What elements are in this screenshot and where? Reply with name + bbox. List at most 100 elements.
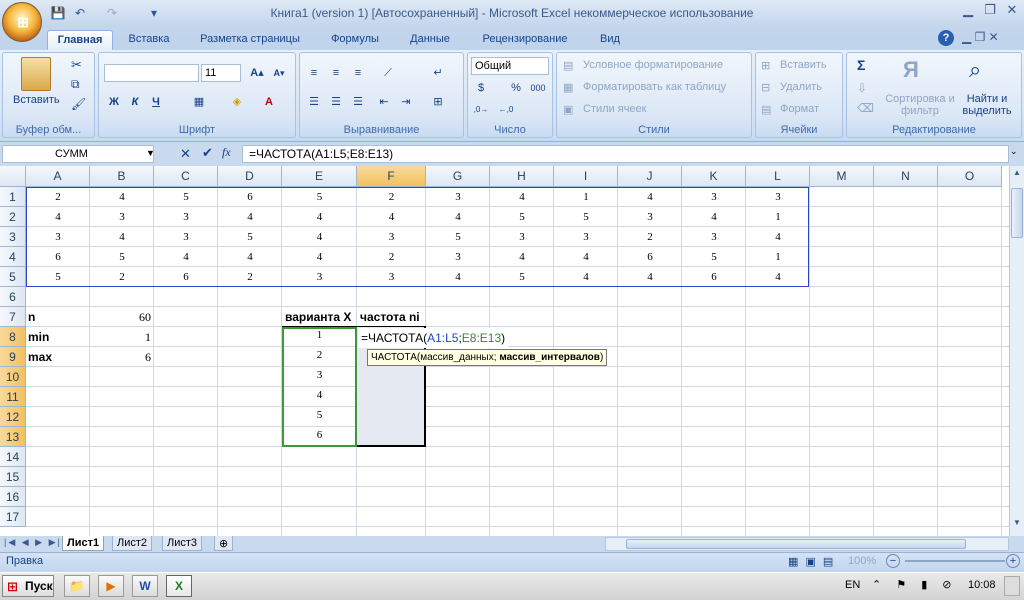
grow-font-icon[interactable]: A▴ bbox=[247, 64, 267, 82]
underline-button[interactable]: Ч bbox=[146, 93, 166, 111]
data-cell[interactable]: 2 bbox=[90, 267, 154, 287]
media-player-icon[interactable]: ▶ bbox=[98, 575, 124, 597]
data-cell[interactable]: 4 bbox=[357, 207, 426, 227]
horizontal-scrollbar[interactable] bbox=[605, 537, 1009, 551]
increase-indent-icon[interactable]: ⇥ bbox=[396, 93, 416, 111]
horizontal-scroll-thumb[interactable] bbox=[626, 539, 966, 549]
scroll-up-icon[interactable]: ▲ bbox=[1011, 168, 1023, 182]
variant-cell[interactable]: 2 bbox=[282, 345, 357, 365]
stat-max-value[interactable]: 6 bbox=[90, 347, 154, 367]
currency-icon[interactable]: $ bbox=[471, 79, 491, 97]
data-cell[interactable]: 5 bbox=[554, 207, 618, 227]
data-cell[interactable]: 4 bbox=[282, 227, 357, 247]
tab-data[interactable]: Данные bbox=[400, 30, 460, 50]
data-cell[interactable]: 6 bbox=[26, 247, 90, 267]
office-button[interactable]: ⊞ bbox=[2, 2, 42, 42]
expand-formula-icon[interactable]: ⌄ bbox=[1010, 146, 1018, 157]
name-box-dropdown-icon[interactable]: ▼ bbox=[146, 148, 155, 158]
tab-view[interactable]: Вид bbox=[588, 30, 632, 50]
variant-cell[interactable]: 6 bbox=[282, 425, 357, 445]
data-cell[interactable]: 3 bbox=[282, 267, 357, 287]
zoom-in-icon[interactable]: + bbox=[1006, 554, 1020, 568]
stat-min-label[interactable]: min bbox=[28, 327, 88, 347]
insert-sheet-icon[interactable]: ⊕ bbox=[214, 536, 234, 551]
data-cell[interactable]: 4 bbox=[682, 207, 746, 227]
column-header-j[interactable]: J bbox=[618, 166, 682, 187]
borders-icon[interactable]: ▦ bbox=[189, 93, 209, 111]
format-cells-button[interactable]: Формат bbox=[780, 103, 819, 115]
header-variant-x[interactable]: варианта X bbox=[285, 307, 357, 327]
data-cell[interactable]: 3 bbox=[357, 227, 426, 247]
data-cell[interactable]: 3 bbox=[746, 187, 810, 207]
data-cell[interactable]: 3 bbox=[357, 267, 426, 287]
data-cell[interactable]: 2 bbox=[357, 247, 426, 267]
merge-center-icon[interactable]: ⊞ bbox=[428, 93, 448, 111]
data-cell[interactable]: 3 bbox=[554, 227, 618, 247]
data-cell[interactable]: 5 bbox=[490, 267, 554, 287]
clear-icon[interactable]: ⌫ bbox=[857, 101, 874, 115]
data-cell[interactable]: 3 bbox=[154, 227, 218, 247]
data-cell[interactable]: 5 bbox=[26, 267, 90, 287]
data-cell[interactable]: 3 bbox=[154, 207, 218, 227]
data-cell[interactable]: 6 bbox=[218, 187, 282, 207]
data-cell[interactable]: 4 bbox=[490, 247, 554, 267]
data-cell[interactable]: 1 bbox=[746, 207, 810, 227]
column-header-d[interactable]: D bbox=[218, 166, 282, 187]
data-cell[interactable]: 4 bbox=[282, 247, 357, 267]
orientation-icon[interactable]: ⟋ bbox=[378, 64, 398, 82]
stat-n-value[interactable]: 60 bbox=[90, 307, 154, 327]
vertical-scroll-thumb[interactable] bbox=[1011, 188, 1023, 238]
data-cell[interactable]: 4 bbox=[618, 267, 682, 287]
stat-n-label[interactable]: n bbox=[28, 307, 88, 327]
row-header-5[interactable]: 5 bbox=[0, 267, 26, 287]
column-header-c[interactable]: C bbox=[154, 166, 218, 187]
align-top-icon[interactable]: ≡ bbox=[304, 64, 324, 82]
format-as-table-button[interactable]: Форматировать как таблицу bbox=[583, 81, 726, 93]
ribbon-minimize-icon[interactable]: ▁ ❐ ✕ bbox=[962, 30, 999, 44]
row-header-12[interactable]: 12 bbox=[0, 407, 26, 427]
column-header-m[interactable]: M bbox=[810, 166, 874, 187]
minimize-icon[interactable]: ▁ bbox=[958, 2, 978, 20]
worksheet-grid[interactable]: ABCDEFGHIJKLMNO 1 2 3 4 5 6 7 8 9 10 11 12 13 14 15 16 1… bbox=[0, 166, 1024, 536]
data-cell[interactable]: 2 bbox=[357, 187, 426, 207]
view-buttons-icon[interactable]: ▦ ▣ ▤ bbox=[788, 555, 835, 568]
row-header-6[interactable]: 6 bbox=[0, 287, 26, 307]
data-cell[interactable]: 4 bbox=[218, 247, 282, 267]
stat-min-value[interactable]: 1 bbox=[90, 327, 154, 347]
data-cell[interactable]: 5 bbox=[218, 227, 282, 247]
shrink-font-icon[interactable]: A▾ bbox=[269, 64, 289, 82]
row-header-1[interactable]: 1 bbox=[0, 187, 26, 207]
data-cell[interactable]: 1 bbox=[746, 247, 810, 267]
column-header-k[interactable]: K bbox=[682, 166, 746, 187]
data-cell[interactable]: 3 bbox=[426, 247, 490, 267]
show-desktop-icon[interactable] bbox=[1004, 576, 1020, 596]
restore-icon[interactable]: ❐ bbox=[980, 2, 1000, 20]
conditional-format-button[interactable]: Условное форматирование bbox=[583, 59, 723, 71]
delete-cells-button[interactable]: Удалить bbox=[780, 81, 822, 93]
data-cell[interactable]: 3 bbox=[90, 207, 154, 227]
enter-icon[interactable]: ✔ bbox=[202, 145, 213, 161]
fill-icon[interactable]: ⇩ bbox=[857, 81, 867, 95]
wrap-text-icon[interactable]: ↵ bbox=[428, 64, 448, 82]
sheet-tab-2[interactable]: Лист2 bbox=[112, 536, 153, 551]
help-icon[interactable]: ? bbox=[938, 30, 954, 46]
header-frequency[interactable]: частота ni bbox=[360, 307, 426, 327]
data-cell[interactable]: 1 bbox=[554, 187, 618, 207]
italic-button[interactable]: К bbox=[125, 93, 145, 111]
data-cell[interactable]: 4 bbox=[618, 187, 682, 207]
excel-icon[interactable]: X bbox=[166, 575, 192, 597]
tab-page-layout[interactable]: Разметка страницы bbox=[190, 30, 310, 50]
data-cell[interactable]: 3 bbox=[682, 227, 746, 247]
data-cell[interactable]: 4 bbox=[746, 267, 810, 287]
sheet-tab-3[interactable]: Лист3 bbox=[162, 536, 203, 551]
start-button[interactable]: ⊞ Пуск bbox=[2, 575, 54, 597]
sheet-tab-1[interactable]: Лист1 bbox=[62, 536, 105, 551]
close-icon[interactable]: ✕ bbox=[1002, 2, 1022, 20]
function-tooltip[interactable]: ЧАСТОТА(массив_данных; массив_интервалов… bbox=[367, 349, 608, 366]
data-cell[interactable]: 3 bbox=[26, 227, 90, 247]
data-cell[interactable]: 3 bbox=[426, 187, 490, 207]
insert-cells-button[interactable]: Вставить bbox=[780, 59, 827, 71]
thousands-button[interactable]: 000 bbox=[528, 79, 548, 97]
zoom-level[interactable]: 100% bbox=[848, 555, 876, 567]
data-cell[interactable]: 4 bbox=[490, 187, 554, 207]
